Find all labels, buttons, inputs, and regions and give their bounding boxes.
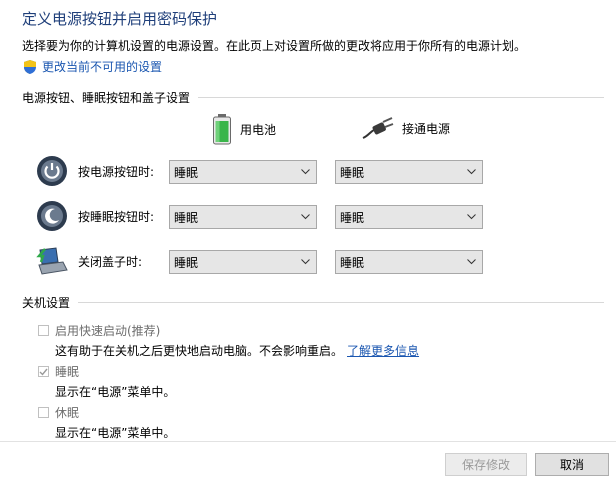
fast-startup-description: 这有助于在关机之后更快地启动电脑。不会影响重启。 了解更多信息 bbox=[55, 342, 419, 359]
power-plug-icon bbox=[362, 116, 394, 140]
row-close-lid: 关闭盖子时: bbox=[36, 246, 142, 276]
change-unavailable-settings[interactable]: 更改当前不可用的设置 bbox=[22, 58, 162, 75]
page-title: 定义电源按钮并启用密码保护 bbox=[22, 10, 218, 28]
col-battery-label: 用电池 bbox=[240, 122, 277, 137]
sleep-button-icon bbox=[36, 200, 68, 232]
fast-startup-label: 启用快速启动(推荐) bbox=[55, 324, 161, 338]
checkmark-icon bbox=[39, 368, 48, 376]
hibernate-label: 休眠 bbox=[55, 406, 80, 420]
change-unavailable-settings-link[interactable]: 更改当前不可用的设置 bbox=[42, 58, 162, 75]
row-sleep-button: 按睡眠按钮时: bbox=[36, 200, 154, 232]
col-plugged-label: 接通电源 bbox=[402, 121, 451, 136]
chevron-down-icon bbox=[467, 259, 476, 265]
chevron-down-icon bbox=[301, 214, 310, 220]
section-divider bbox=[78, 302, 604, 303]
chevron-down-icon bbox=[467, 169, 476, 175]
col-header-battery: 用电池 bbox=[212, 113, 276, 145]
row-label: 关闭盖子时: bbox=[78, 254, 143, 269]
row-power-button: 按电源按钮时: bbox=[36, 155, 154, 187]
power-button-plugged-select[interactable]: 睡眠 bbox=[335, 160, 483, 184]
save-changes-button[interactable]: 保存修改 bbox=[445, 453, 527, 476]
hibernate-description: 显示在“电源”菜单中。 bbox=[55, 426, 176, 440]
select-value: 睡眠 bbox=[174, 210, 199, 225]
select-value: 睡眠 bbox=[174, 255, 199, 270]
sleep-description: 显示在“电源”菜单中。 bbox=[55, 385, 176, 399]
chevron-down-icon bbox=[301, 169, 310, 175]
row-label: 按电源按钮时: bbox=[78, 164, 155, 179]
shutdown-section-header: 关机设置 bbox=[22, 294, 604, 311]
row-label: 按睡眠按钮时: bbox=[78, 209, 155, 224]
close-lid-plugged-select[interactable]: 睡眠 bbox=[335, 250, 483, 274]
hibernate-option[interactable]: 休眠 bbox=[38, 404, 79, 421]
sleep-button-battery-select[interactable]: 睡眠 bbox=[169, 205, 317, 229]
select-value: 睡眠 bbox=[340, 255, 365, 270]
battery-icon bbox=[212, 113, 232, 145]
laptop-lid-icon bbox=[36, 246, 68, 276]
select-value: 睡眠 bbox=[340, 165, 365, 180]
power-section-header: 电源按钮、睡眠按钮和盖子设置 bbox=[22, 89, 604, 106]
select-value: 睡眠 bbox=[174, 165, 199, 180]
footer-bar: 保存修改 取消 bbox=[0, 441, 616, 484]
sleep-checkbox[interactable] bbox=[38, 366, 49, 377]
col-header-plugged: 接通电源 bbox=[362, 116, 450, 140]
shutdown-section-title: 关机设置 bbox=[22, 296, 71, 310]
uac-shield-icon bbox=[22, 59, 38, 75]
fast-startup-checkbox[interactable] bbox=[38, 325, 49, 336]
power-button-icon bbox=[36, 155, 68, 187]
fast-startup-desc-text: 这有助于在关机之后更快地启动电脑。不会影响重启。 bbox=[55, 344, 344, 358]
hibernate-checkbox[interactable] bbox=[38, 407, 49, 418]
sleep-label: 睡眠 bbox=[55, 365, 80, 379]
sleep-button-plugged-select[interactable]: 睡眠 bbox=[335, 205, 483, 229]
learn-more-link[interactable]: 了解更多信息 bbox=[347, 344, 419, 358]
chevron-down-icon bbox=[467, 214, 476, 220]
power-section-title: 电源按钮、睡眠按钮和盖子设置 bbox=[22, 91, 191, 105]
sleep-option[interactable]: 睡眠 bbox=[38, 363, 79, 380]
cancel-button[interactable]: 取消 bbox=[535, 453, 609, 476]
power-button-battery-select[interactable]: 睡眠 bbox=[169, 160, 317, 184]
close-lid-battery-select[interactable]: 睡眠 bbox=[169, 250, 317, 274]
fast-startup-option[interactable]: 启用快速启动(推荐) bbox=[38, 322, 160, 339]
section-divider bbox=[198, 97, 604, 98]
chevron-down-icon bbox=[301, 259, 310, 265]
page-description: 选择要为你的计算机设置的电源设置。在此页上对设置所做的更改将应用于你所有的电源计… bbox=[22, 39, 527, 53]
select-value: 睡眠 bbox=[340, 210, 365, 225]
